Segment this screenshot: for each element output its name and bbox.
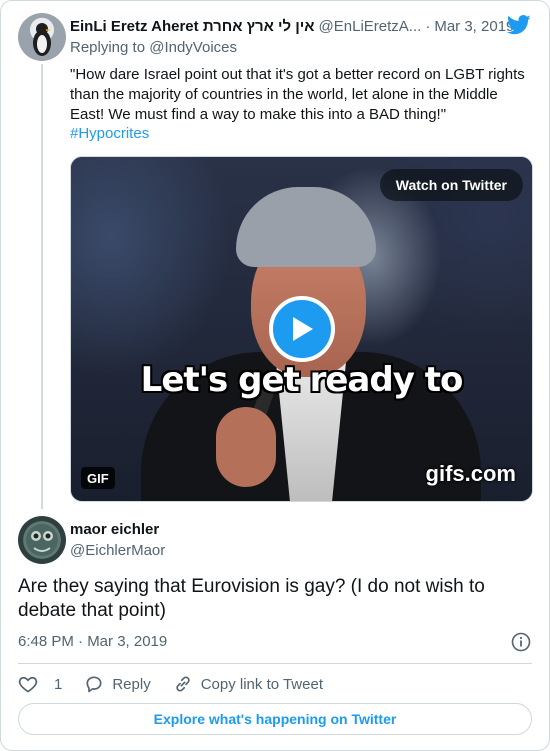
reply-button[interactable]: Reply xyxy=(84,674,151,694)
replying-to: Replying to @IndyVoices xyxy=(70,39,237,56)
parent-tweet-text: "How dare Israel point out that it's got… xyxy=(70,66,525,123)
main-avatar[interactable] xyxy=(18,516,66,564)
parent-tweet-header: EinLi Eretz Aheret אין לי ארץ אחרת @EnLi… xyxy=(70,16,531,36)
twitter-bird-icon[interactable] xyxy=(507,15,531,35)
replying-to-prefix: Replying to xyxy=(70,39,146,56)
heart-icon xyxy=(18,676,38,693)
link-icon xyxy=(176,676,190,692)
like-button[interactable]: 1 xyxy=(18,674,62,694)
watch-on-twitter-button[interactable]: Watch on Twitter xyxy=(379,169,523,201)
gif-media[interactable]: Let's get ready to Watch on Twitter GIF … xyxy=(70,156,533,502)
parent-display-name[interactable]: EinLi Eretz Aheret אין לי ארץ אחרת xyxy=(70,18,315,35)
main-display-name[interactable]: maor eichler xyxy=(70,521,159,538)
divider xyxy=(18,663,532,664)
main-tweet-text: Are they saying that Eurovision is gay? … xyxy=(18,576,485,621)
like-count: 1 xyxy=(54,675,63,693)
play-icon xyxy=(293,317,313,341)
tweet-embed-card: EinLi Eretz Aheret אין לי ארץ אחרת @EnLi… xyxy=(0,0,550,751)
hashtag-link[interactable]: #Hypocrites xyxy=(70,125,149,142)
separator-dot: · xyxy=(425,17,431,35)
main-tweet-timestamp[interactable]: 6:48 PM · Mar 3, 2019 xyxy=(18,633,167,650)
copy-link-label: Copy link to Tweet xyxy=(200,675,323,693)
reply-icon xyxy=(86,676,102,693)
play-button[interactable] xyxy=(269,296,335,362)
thread-connector-line xyxy=(41,64,43,509)
parent-avatar[interactable] xyxy=(18,13,66,61)
main-handle[interactable]: @EichlerMaor xyxy=(70,542,165,559)
gif-caption: Let's get ready to xyxy=(140,360,464,400)
tweet-actions: 1 Reply Copy link to Tweet xyxy=(18,671,345,697)
gif-badge: GIF xyxy=(81,467,115,489)
copy-link-button[interactable]: Copy link to Tweet xyxy=(173,674,323,694)
parent-date[interactable]: Mar 3, 2019 xyxy=(434,18,514,35)
explore-twitter-button[interactable]: Explore what's happening on Twitter xyxy=(18,703,532,735)
gif-figure-hand xyxy=(216,407,276,487)
info-icon[interactable] xyxy=(511,632,531,652)
reply-label: Reply xyxy=(112,675,151,693)
gifs-watermark: gifs.com xyxy=(425,461,516,486)
parent-handle[interactable]: @EnLiEretzA... xyxy=(319,18,422,35)
replying-to-handle[interactable]: @IndyVoices xyxy=(149,39,237,56)
